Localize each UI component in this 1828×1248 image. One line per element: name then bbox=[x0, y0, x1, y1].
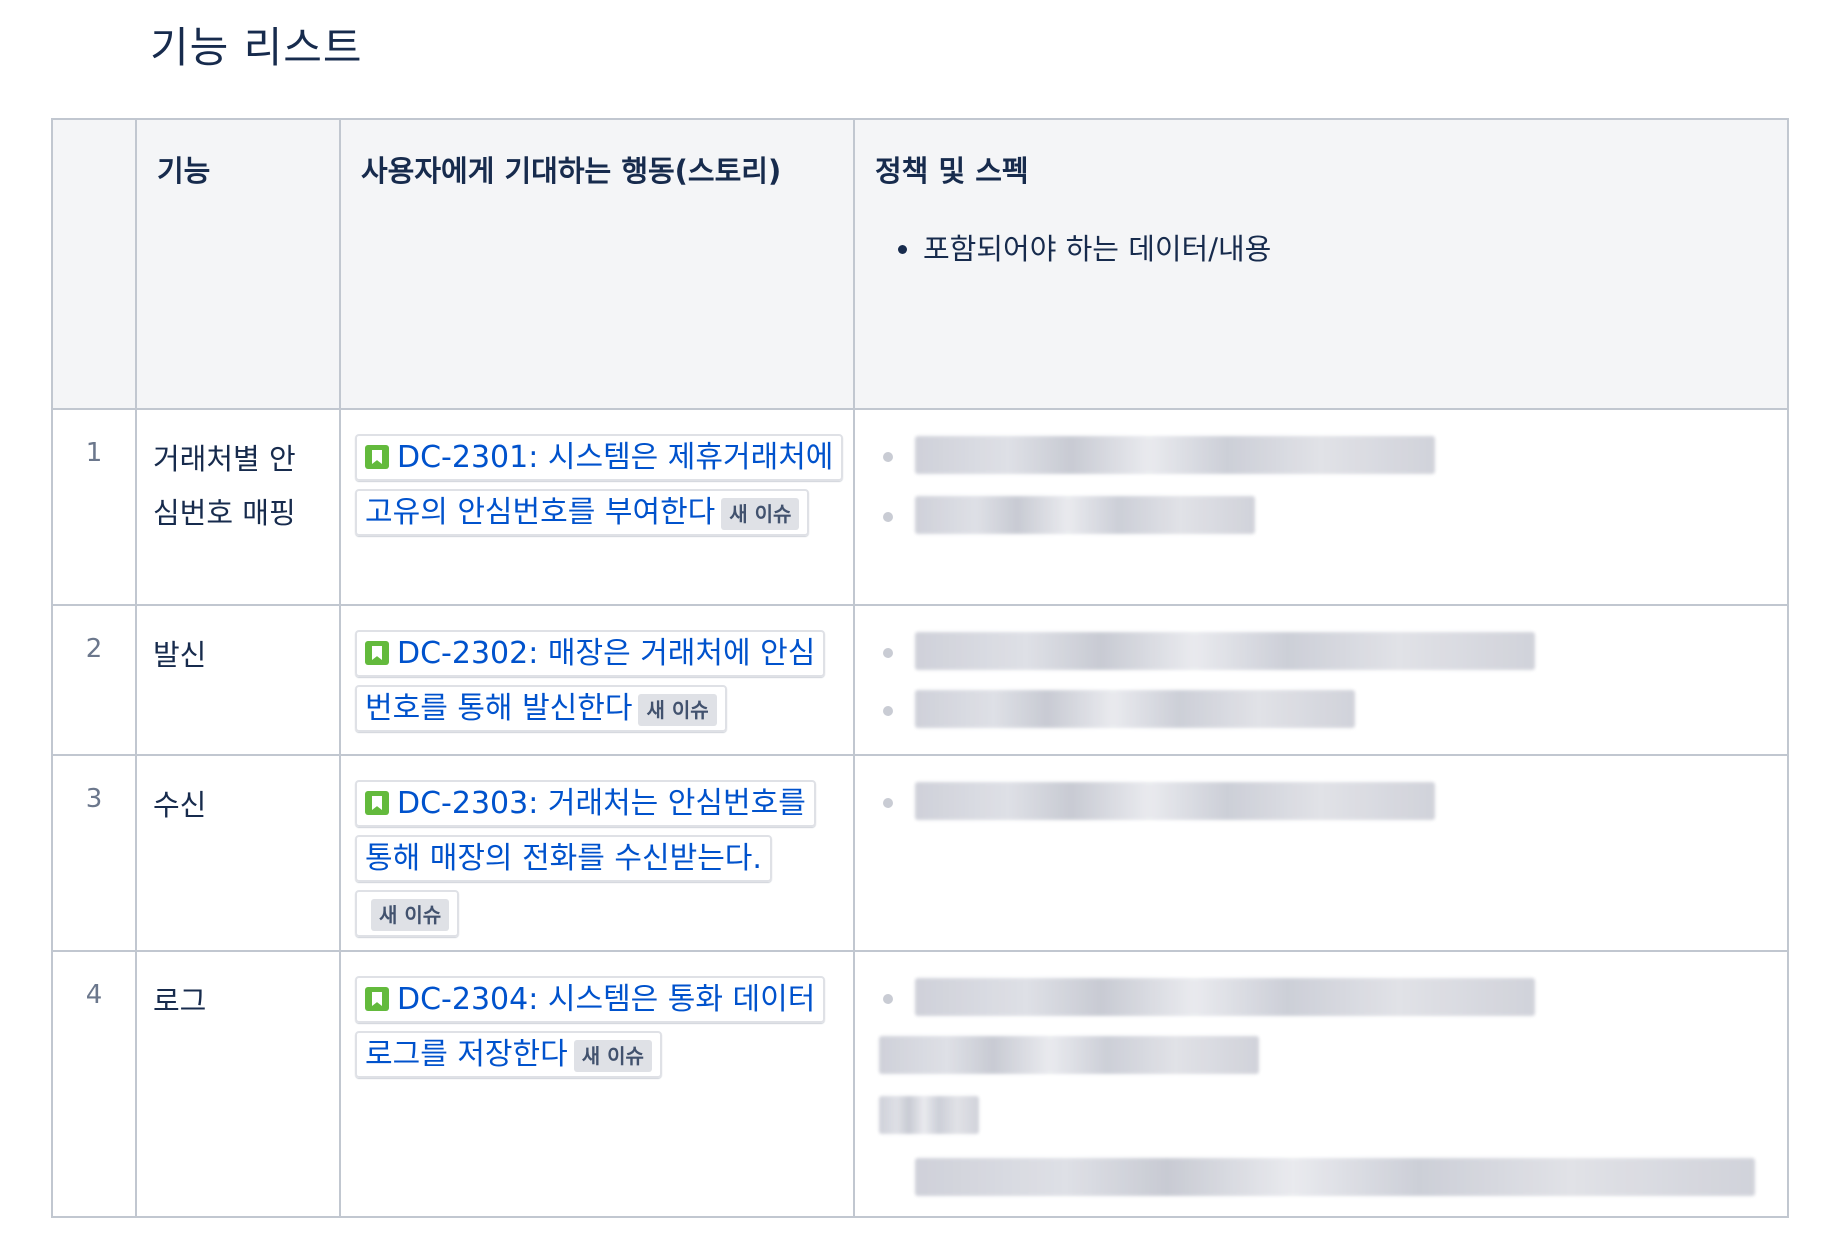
story-icon bbox=[365, 641, 389, 665]
redacted-text bbox=[915, 1158, 1755, 1196]
story-cell: DC-2302: 매장은 거래처에 안심번호를 통해 발신한다 새 이슈 bbox=[339, 604, 855, 756]
redacted-text bbox=[915, 782, 1435, 820]
story-icon bbox=[365, 791, 389, 815]
redacted-text bbox=[879, 1096, 979, 1134]
header-num bbox=[51, 118, 137, 410]
redacted-text bbox=[879, 1036, 1259, 1074]
spec-cell-redacted bbox=[853, 604, 1789, 756]
story-cell: DC-2303: 거래처는 안심번호를 통해 매장의 전화를 수신받는다. 새 이… bbox=[339, 754, 855, 952]
feature-table: 기능 사용자에게 기대하는 행동(스토리) 정책 및 스펙 포함되어야 하는 데… bbox=[51, 118, 1789, 1218]
issue-title: DC-2302: 매장은 거래처에 안심번호를 통해 발신한다 bbox=[365, 636, 816, 726]
redacted-bullet bbox=[883, 798, 893, 808]
table-row: 2 발신 DC-2302: 매장은 거래처에 안심번호를 통해 발신한다 새 이슈 bbox=[51, 604, 1789, 756]
redacted-bullet bbox=[883, 994, 893, 1004]
spec-bullet-list: 포함되어야 하는 데이터/내용 bbox=[875, 226, 1767, 268]
redacted-bullet bbox=[883, 452, 893, 462]
feature-cell: 발신 bbox=[135, 604, 341, 756]
jira-issue-link[interactable]: DC-2302: 매장은 거래처에 안심번호를 통해 발신한다 새 이슈 bbox=[355, 630, 826, 732]
row-number: 2 bbox=[51, 604, 137, 756]
jira-issue-link[interactable]: DC-2301: 시스템은 제휴거래처에 고유의 안심번호를 부여한다 새 이슈 bbox=[355, 434, 844, 536]
header-feature: 기능 bbox=[135, 118, 341, 410]
story-icon bbox=[365, 445, 389, 469]
spec-cell-redacted bbox=[853, 950, 1789, 1218]
row-number: 3 bbox=[51, 754, 137, 952]
spec-cell-redacted bbox=[853, 754, 1789, 952]
redacted-text bbox=[915, 436, 1435, 474]
redacted-bullet bbox=[883, 648, 893, 658]
header-row: 기능 사용자에게 기대하는 행동(스토리) 정책 및 스펙 포함되어야 하는 데… bbox=[51, 118, 1789, 410]
new-issue-badge: 새 이슈 bbox=[721, 497, 800, 530]
story-cell: DC-2301: 시스템은 제휴거래처에 고유의 안심번호를 부여한다 새 이슈 bbox=[339, 408, 855, 606]
new-issue-badge: 새 이슈 bbox=[371, 898, 450, 931]
new-issue-badge: 새 이슈 bbox=[638, 693, 717, 726]
redacted-text bbox=[915, 632, 1535, 670]
new-issue-badge: 새 이슈 bbox=[573, 1039, 652, 1072]
table-row: 4 로그 DC-2304: 시스템은 통화 데이터 로그를 저장한다 새 이슈 bbox=[51, 950, 1789, 1218]
header-spec-label: 정책 및 스펙 bbox=[875, 154, 1029, 188]
header-story: 사용자에게 기대하는 행동(스토리) bbox=[339, 118, 855, 410]
jira-issue-link[interactable]: DC-2304: 시스템은 통화 데이터 로그를 저장한다 새 이슈 bbox=[355, 976, 826, 1078]
spec-bullet: 포함되어야 하는 데이터/내용 bbox=[923, 226, 1767, 268]
right-edge-fade bbox=[1788, 118, 1828, 1218]
story-icon bbox=[365, 987, 389, 1011]
table-row: 3 수신 DC-2303: 거래처는 안심번호를 통해 매장의 전화를 수신받는… bbox=[51, 754, 1789, 952]
redacted-text bbox=[915, 978, 1535, 1016]
redacted-bullet bbox=[883, 706, 893, 716]
row-number: 1 bbox=[51, 408, 137, 606]
jira-issue-link[interactable]: DC-2303: 거래처는 안심번호를 통해 매장의 전화를 수신받는다. 새 이… bbox=[355, 780, 816, 937]
spec-cell-redacted bbox=[853, 408, 1789, 606]
issue-title: DC-2303: 거래처는 안심번호를 통해 매장의 전화를 수신받는다. bbox=[365, 786, 806, 876]
redacted-bullet bbox=[883, 512, 893, 522]
row-number: 4 bbox=[51, 950, 137, 1218]
story-cell: DC-2304: 시스템은 통화 데이터 로그를 저장한다 새 이슈 bbox=[339, 950, 855, 1218]
page-title: 기능 리스트 bbox=[150, 23, 363, 72]
redacted-text bbox=[915, 690, 1355, 728]
feature-cell: 거래처별 안 심번호 매핑 bbox=[135, 408, 341, 606]
table-row: 1 거래처별 안 심번호 매핑 DC-2301: 시스템은 제휴거래처에 고유의… bbox=[51, 408, 1789, 606]
feature-cell: 수신 bbox=[135, 754, 341, 952]
redacted-text bbox=[915, 496, 1255, 534]
header-spec: 정책 및 스펙 포함되어야 하는 데이터/내용 bbox=[853, 118, 1789, 410]
feature-cell: 로그 bbox=[135, 950, 341, 1218]
